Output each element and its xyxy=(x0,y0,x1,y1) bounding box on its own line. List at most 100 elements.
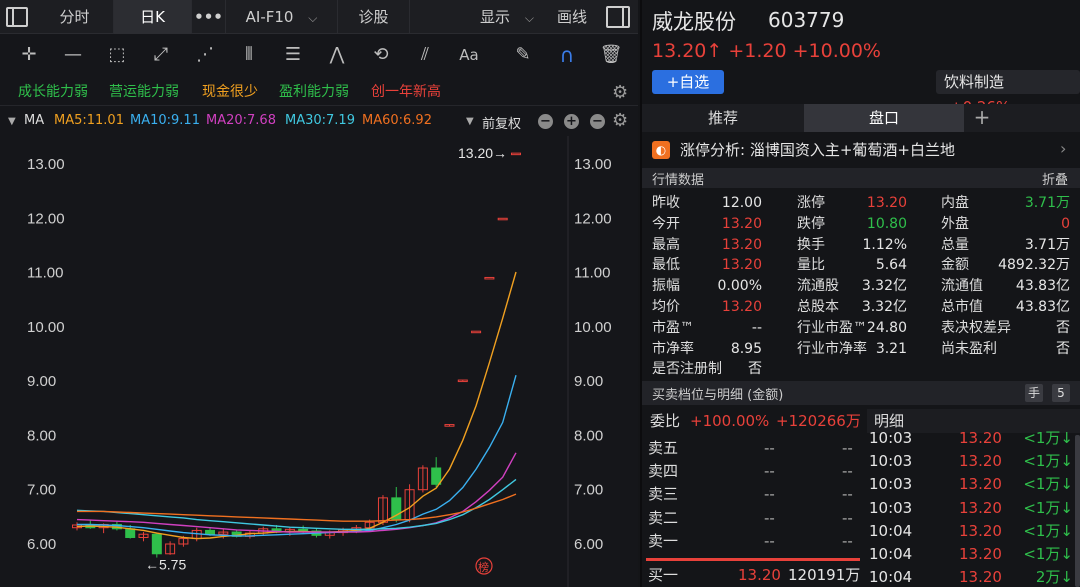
tab-daily-k[interactable]: 日K xyxy=(114,0,192,34)
quote-value: 12.00 xyxy=(721,195,762,211)
quote-label: 金额 xyxy=(941,257,969,274)
add-tab-button[interactable]: + xyxy=(966,104,998,132)
ma60-label: MA60:6.92 xyxy=(362,113,432,128)
hand-toggle[interactable]: 手 xyxy=(1025,384,1043,402)
eraser-icon[interactable]: ✎ xyxy=(510,43,536,67)
text-icon[interactable]: Aa xyxy=(456,43,482,67)
trash-icon[interactable]: 🗑 xyxy=(598,43,624,67)
channel-icon[interactable]: ☰ xyxy=(280,43,306,67)
crosshair-icon[interactable]: ✛ xyxy=(16,43,42,67)
minus-icon[interactable]: − xyxy=(590,114,605,129)
quote-label: 总市值 xyxy=(941,299,983,315)
magnet-icon[interactable]: ∩ xyxy=(554,43,580,67)
orderbook-title: 买卖档位与明细 (金额) xyxy=(652,388,784,403)
tag-profit[interactable]: 盈利能力弱 xyxy=(275,81,353,103)
quote-value: 4892.32万 xyxy=(998,257,1070,274)
cycle-icon[interactable]: ⟲ xyxy=(368,43,394,67)
fullscreen-icon[interactable] xyxy=(606,6,630,28)
ma-legend: ▼ MA MA5:11.01 MA10:9.11 MA20:7.68 MA30:… xyxy=(0,110,638,134)
quote-label: 总量 xyxy=(941,236,969,253)
tab-diagnose[interactable]: 诊股 xyxy=(338,0,410,34)
quote-value: 3.71万 xyxy=(1024,195,1070,211)
tab-recommend[interactable]: 推荐 xyxy=(642,104,804,132)
y-tick-label-left: 11.00 xyxy=(27,265,63,282)
parallel-lines-icon[interactable]: ⦀ xyxy=(236,43,262,67)
sector-name: 饮料制造 xyxy=(944,73,1005,91)
chevron-down-icon: ⌵ xyxy=(308,11,318,25)
book-divider xyxy=(646,558,860,561)
quote-label: 振幅 xyxy=(652,278,680,295)
ask-volume: -- xyxy=(842,439,853,457)
wei-value: +120266万 xyxy=(776,412,861,430)
sidebar-toggle-icon[interactable] xyxy=(6,7,28,27)
drawing-toolbar: ✛ — ⬚ ⤢ ⋰ ⦀ ☰ ⋀ ⟲ ⫽ Aa ✎ ∩ 🗑 xyxy=(0,35,638,75)
tick-row: 10:03 13.20 <1万↓ xyxy=(867,473,1080,496)
chevron-right-icon: › xyxy=(1060,139,1067,158)
quote-value: 8.95 xyxy=(730,340,762,357)
rectangle-icon[interactable]: ⬚ xyxy=(104,43,130,67)
tab-draw[interactable]: 画线 xyxy=(548,0,596,34)
y-tick-label-right: 13.00 xyxy=(574,156,612,173)
wave-icon[interactable]: ⋀ xyxy=(324,43,350,67)
quote-value: 否 xyxy=(1056,319,1070,336)
quote-label: 外盘 xyxy=(941,215,969,232)
wei-row: 委比 +100.00% +120266万 xyxy=(642,409,867,433)
tick-scrollbar[interactable] xyxy=(1075,435,1080,587)
fibonacci-icon[interactable]: ⋰ xyxy=(192,43,218,67)
tag-growth[interactable]: 成长能力弱 xyxy=(14,81,92,103)
tab-more[interactable]: ••• xyxy=(192,0,226,34)
quote-value: 13.20 xyxy=(721,299,762,315)
quote-label: 最低 xyxy=(652,257,680,274)
level-toggle[interactable]: 5 xyxy=(1052,384,1070,402)
rank-badge-label: 榜 xyxy=(478,560,489,574)
y-tick-label-left: 8.00 xyxy=(27,427,56,444)
tick-price: 13.20 xyxy=(959,568,1002,587)
line-icon[interactable]: — xyxy=(60,43,86,67)
tab-intraday[interactable]: 分时 xyxy=(36,0,114,34)
segment-icon[interactable]: ⤢ xyxy=(148,43,174,67)
tag-operation[interactable]: 营运能力弱 xyxy=(105,81,183,103)
kline-chart[interactable]: 13.00 13.00 12.00 12.00 11.00 11.00 10.00 10.00… xyxy=(0,136,638,587)
plus-icon[interactable]: + xyxy=(564,114,579,129)
ask-price: -- xyxy=(764,439,775,457)
quote-label: 昨收 xyxy=(652,195,680,211)
ma-prefix[interactable]: MA xyxy=(24,113,44,128)
ma5-label: MA5:11.01 xyxy=(54,113,124,128)
collapse-triangle-icon[interactable]: ▼ xyxy=(8,116,16,127)
tag-new-high[interactable]: 创一年新高 xyxy=(367,81,445,103)
adjust-triangle-icon[interactable]: ▼ xyxy=(466,116,474,127)
y-tick-label-right: 10.00 xyxy=(574,319,612,336)
gear-icon[interactable]: ⚙ xyxy=(612,82,628,103)
tick-volume: <1万↓ xyxy=(1023,498,1073,517)
quote-value: 否 xyxy=(748,361,762,378)
gear-icon[interactable]: ⚙ xyxy=(612,110,628,131)
sector-badge[interactable]: 饮料制造 +0.26% xyxy=(936,70,1080,116)
tick-time: 10:04 xyxy=(869,545,913,563)
limit-up-analysis[interactable]: ◐ 涨停分析: 淄博国资入主+葡萄酒+白兰地 › xyxy=(642,136,1080,164)
ask-volume: -- xyxy=(842,485,853,504)
candle-body xyxy=(298,528,309,532)
y-tick-label-left: 13.00 xyxy=(27,156,65,173)
tick-row: 10:04 13.20 <1万↓ xyxy=(867,543,1080,566)
gann-fan-icon[interactable]: ⫽ xyxy=(412,43,438,67)
tab-display[interactable]: 显示 ⌵ xyxy=(466,0,548,34)
quote-label: 今开 xyxy=(652,215,680,232)
tab-ai-f10[interactable]: AI-F10 ⌵ xyxy=(226,0,338,34)
ask-price: -- xyxy=(764,531,775,550)
tick-price: 13.20 xyxy=(959,521,1002,540)
tick-time: 10:03 xyxy=(869,475,913,494)
tag-cash[interactable]: 现金很少 xyxy=(198,81,262,103)
add-watch-button[interactable]: +自选 xyxy=(652,70,724,94)
collapse-button[interactable]: 折叠 xyxy=(1042,169,1068,188)
adjust-label[interactable]: 前复权 xyxy=(482,113,521,132)
quote-value: 3.32亿 xyxy=(861,299,907,315)
quote-value: 1.12% xyxy=(862,236,907,253)
tick-price: 13.20 xyxy=(959,545,1002,563)
ma10-label: MA10:9.11 xyxy=(130,113,200,128)
tab-order-book[interactable]: 盘口 xyxy=(804,104,964,132)
orderbook-header: 买卖档位与明细 (金额) 手 5 xyxy=(642,381,1080,405)
quote-value: 24.80 xyxy=(866,319,907,336)
candle-body xyxy=(497,217,508,221)
ask-price: -- xyxy=(764,462,775,481)
minus-icon[interactable]: − xyxy=(538,114,553,129)
